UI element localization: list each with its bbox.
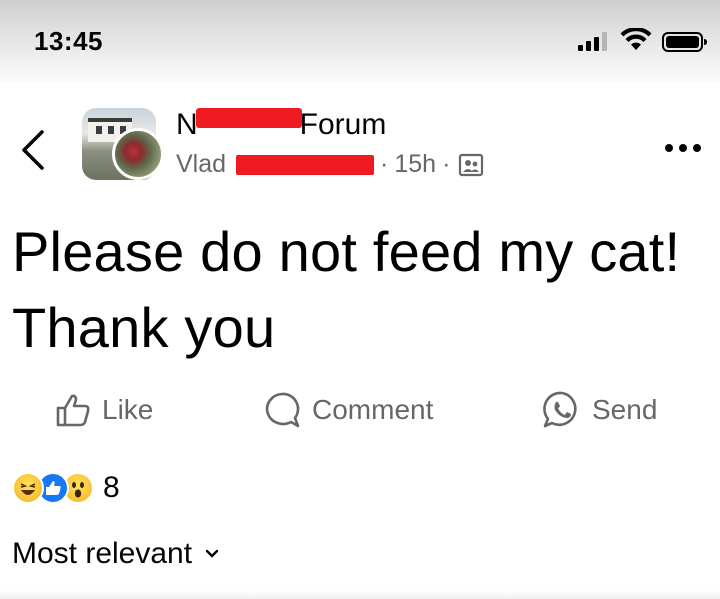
more-options-button[interactable] xyxy=(662,138,704,158)
group-name-link[interactable]: N Forum xyxy=(176,108,386,142)
like-label: Like xyxy=(102,394,154,425)
comment-button[interactable]: Comment xyxy=(262,390,433,430)
sort-label: Most relevant xyxy=(12,537,193,570)
haha-reaction-icon xyxy=(12,472,44,504)
wifi-icon xyxy=(620,28,652,50)
meta-separator-2: · xyxy=(442,150,451,178)
group-name-suffix: Forum xyxy=(299,108,387,141)
author-name[interactable]: Vlad xyxy=(176,150,226,179)
divider xyxy=(0,590,720,599)
comment-sort-dropdown[interactable]: Most relevant xyxy=(12,534,220,574)
group-members-icon xyxy=(459,153,484,176)
post-avatar[interactable] xyxy=(82,108,172,182)
send-button[interactable]: Send xyxy=(542,390,657,430)
status-bar: 13:45 xyxy=(0,0,720,82)
reaction-count: 8 xyxy=(103,471,120,504)
chevron-down-icon xyxy=(205,549,219,558)
post-meta: Vlad · 15h · xyxy=(176,150,484,179)
like-button[interactable]: Like xyxy=(54,390,153,430)
battery-icon xyxy=(662,32,707,52)
back-button[interactable] xyxy=(16,126,50,174)
reactions-summary[interactable]: 8 xyxy=(12,470,120,506)
status-time: 13:45 xyxy=(34,26,103,56)
send-label: Send xyxy=(592,394,658,425)
post-text: Please do not feed my cat! Thank you xyxy=(12,220,681,359)
user-avatar[interactable] xyxy=(112,128,164,180)
comment-bubble-icon xyxy=(265,392,300,428)
author-redaction-mark xyxy=(236,154,375,175)
post-timestamp[interactable]: 15h xyxy=(394,150,436,179)
group-name-prefix: N xyxy=(176,108,198,141)
comment-label: Comment xyxy=(312,394,434,425)
whatsapp-icon xyxy=(543,391,577,428)
redaction-mark xyxy=(195,108,302,128)
cellular-signal-icon xyxy=(578,31,608,51)
meta-separator: · xyxy=(380,150,389,178)
thumbs-up-icon xyxy=(56,394,90,427)
post-screen: 13:45 N Forum Vlad · 15h · Please do not… xyxy=(0,0,720,599)
